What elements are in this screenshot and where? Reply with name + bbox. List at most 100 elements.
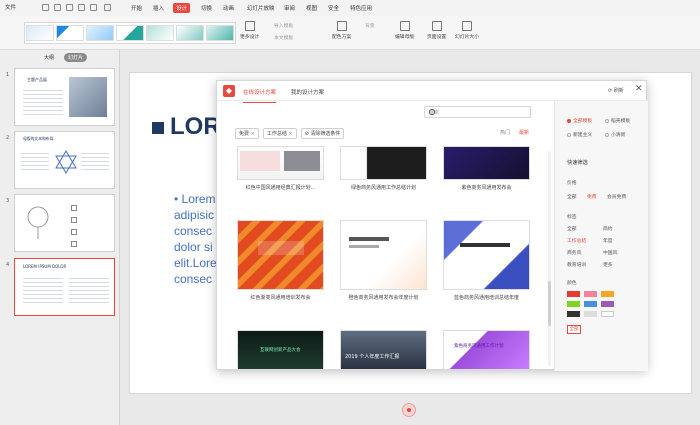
tab-outline[interactable]: 大纲 [40,53,58,62]
tab-slideshow[interactable]: 幻灯片放映 [244,3,278,13]
search-icon[interactable] [429,109,435,115]
checkbox-icon [71,217,77,223]
slide-thumbnail-4[interactable]: LOREM IPSUM DOLOR [14,258,115,316]
save-icon[interactable] [42,4,49,11]
tab-home[interactable]: 开始 [128,3,145,13]
template-grid: 红色中国风通用经典汇报计划... 绿色商务风通用工作总结计划 紫色商务风通用发布… [235,146,545,371]
sort-new[interactable]: 最新 [519,129,529,136]
color-swatch[interactable] [567,311,580,317]
color-all-button[interactable]: 全部 [567,325,581,334]
template-card[interactable]: 紫色商务风通用发布会 [443,146,530,191]
color-swatch[interactable] [601,291,614,297]
template-card[interactable]: 紫色商务风通用工作计划 [443,330,530,370]
color-swatch[interactable] [584,301,597,307]
tag-item[interactable]: 年度 [603,237,613,244]
scope-all-radio[interactable]: 全部模板 [567,117,592,124]
tag-label: 标签 [567,215,577,220]
template-thumb[interactable] [86,25,114,41]
this-template-button[interactable]: 本文模板 [274,34,293,41]
print-icon[interactable] [54,4,61,11]
checkbox-icon [71,241,77,247]
close-icon[interactable]: ✕ [635,85,643,94]
scope-member-radio[interactable]: 稻壳模板 [605,117,630,124]
template-thumb[interactable] [56,25,84,41]
price-free[interactable]: 免费 [587,193,597,200]
undo-icon[interactable] [78,4,85,11]
format-painter-icon[interactable] [104,4,111,11]
template-card[interactable]: 绿色商务风通用工作总结计划 [340,146,427,191]
color-swatch[interactable] [584,291,597,297]
search-input[interactable]: 搜索 [424,106,531,118]
tab-transition[interactable]: 切换 [198,3,215,13]
template-thumb[interactable] [26,25,54,41]
price-member[interactable]: 会员免费 [607,193,626,200]
slide-thumbnail-3[interactable] [14,194,115,252]
color-swatch[interactable] [601,301,614,307]
template-card[interactable]: 蓝色商务风通用培训总结年度 [443,220,530,301]
redo-icon[interactable] [90,4,97,11]
edit-master-button[interactable]: 编辑母版 [395,21,414,40]
template-card[interactable]: 互联网创新产品大会 [237,330,324,370]
template-thumb[interactable] [146,25,174,41]
page-setup-button[interactable]: 页面设置 [427,21,446,40]
remove-filter-icon[interactable]: × [288,131,292,137]
tab-insert[interactable]: 插入 [150,3,167,13]
refresh-button[interactable]: ⟳ 刷新 [608,87,624,94]
tab-security[interactable]: 安全 [325,3,342,13]
tab-online-designs[interactable]: 在线设计方案 [243,88,277,103]
color-scheme-button[interactable]: 配色方案 [332,21,351,40]
template-preview [237,146,324,180]
filter-chip-work[interactable]: 工作总结 × [262,128,297,139]
preview-icon[interactable] [66,4,73,11]
tab-my-designs[interactable]: 我的设计方案 [291,88,324,96]
template-thumb[interactable] [116,25,144,41]
tag-item[interactable]: 全部 [567,225,577,232]
scope-recent-radio[interactable]: 小清新 [605,131,625,138]
scope-label: 稻壳模板 [611,119,631,124]
text-lines [81,150,109,172]
template-thumb[interactable] [206,25,234,41]
tag-item[interactable]: 工作总结 [567,237,586,244]
tag-item[interactable]: 商务风 [567,249,581,256]
slide-thumbnail-1[interactable]: 主题产品展 [14,68,115,126]
color-swatch[interactable] [584,311,597,317]
tab-animation[interactable]: 动画 [220,3,237,13]
tab-features[interactable]: 特色应用 [347,3,375,13]
template-card[interactable]: 红色中国风通用经典汇报计划... [237,146,324,191]
filter-chip-free[interactable]: 免费 × [235,128,259,139]
import-template-button[interactable]: 导入模板 [274,22,293,29]
tag-more[interactable]: 更多 [603,261,613,268]
remove-filter-icon[interactable]: × [251,131,255,137]
color-swatch[interactable] [567,301,580,307]
color-swatch[interactable] [601,311,614,317]
tab-review[interactable]: 审阅 [281,3,298,13]
clear-filters-button[interactable]: ⊘ 清除筛选条件 [300,128,345,139]
scope-custom-radio[interactable]: 新建主义 [567,131,592,138]
template-card[interactable]: 2019 个人年度工作汇报 [340,330,427,370]
bullet-square-icon [152,122,164,134]
tag-item[interactable]: 简约 [603,225,613,232]
scrollbar-thumb[interactable] [548,281,551,326]
template-preview: 紫色商务风通用工作计划 [443,330,530,370]
tag-item[interactable]: 中国风 [603,249,617,256]
slide-size-button[interactable]: 幻灯片大小 [455,21,479,40]
template-scrollbar[interactable] [548,151,551,366]
tab-slides[interactable]: 幻灯片 [64,53,88,62]
sort-hot[interactable]: 热门 [500,129,510,136]
more-designs-button[interactable]: 更多设计 [240,21,259,40]
tab-view[interactable]: 视图 [303,3,320,13]
file-menu[interactable]: 文件 [5,3,16,11]
template-card[interactable]: 红色渐变风通用培训发布会 [237,220,324,301]
design-assistant-button[interactable] [402,403,416,417]
tag-item[interactable]: 教育培训 [567,261,586,268]
price-all[interactable]: 全部 [567,193,577,200]
tab-design[interactable]: 设计 [173,3,191,13]
color-swatch[interactable] [567,291,580,297]
template-preview [443,220,530,290]
template-caption: 蓝色商务风通用培训总结年度 [453,295,519,301]
background-button[interactable]: 背景 [365,22,375,29]
slide-thumbnail-2[interactable]: 母版的文本和布局 [14,131,115,189]
template-card[interactable]: 橙色商务风通用发布会年度计划 [340,220,427,301]
template-thumb[interactable] [176,25,204,41]
filter-panel: 全部模板 稻壳模板 新建主义 小清新 快速筛选 价格 全部 免费 会员免费 标签… [554,101,648,371]
